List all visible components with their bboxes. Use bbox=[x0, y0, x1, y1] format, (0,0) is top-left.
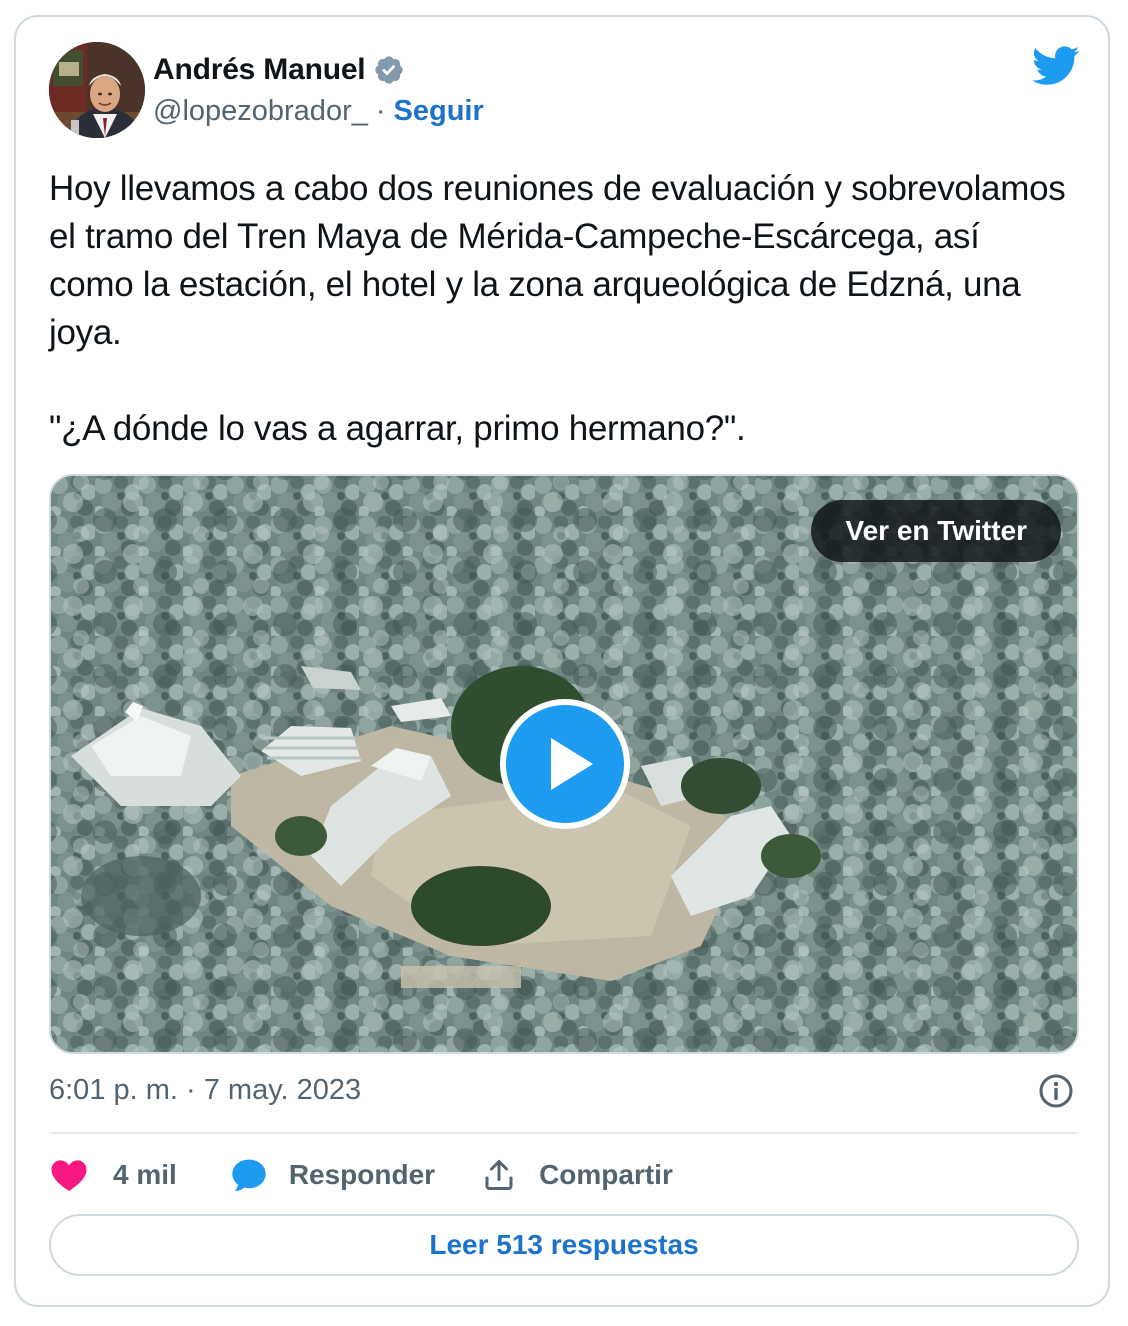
tweet-paragraph-2: "¿A dónde lo vas a agarrar, primo herman… bbox=[49, 409, 746, 448]
reply-button[interactable]: Responder bbox=[229, 1155, 435, 1195]
verified-badge-icon bbox=[373, 54, 405, 86]
like-count: 4 mil bbox=[113, 1159, 177, 1190]
speech-bubble-icon bbox=[229, 1155, 269, 1195]
tweet-text: Hoy llevamos a cabo dos reuniones de eva… bbox=[49, 165, 1069, 453]
follow-button[interactable]: Seguir bbox=[394, 95, 484, 128]
tweet-actions: 4 mil Responder Compartir bbox=[49, 1150, 673, 1200]
share-label: Compartir bbox=[539, 1159, 673, 1190]
read-replies-button[interactable]: Leer 513 respuestas bbox=[49, 1214, 1079, 1276]
twitter-bird-icon[interactable] bbox=[1032, 45, 1080, 87]
tweet-embed-card: Andrés Manuel @lopezobrador_ · Seguir Ho… bbox=[14, 15, 1110, 1307]
avatar[interactable] bbox=[49, 42, 145, 138]
author-handle[interactable]: @lopezobrador_ bbox=[153, 95, 368, 128]
avatar-photo bbox=[49, 42, 145, 138]
share-button[interactable]: Compartir bbox=[481, 1157, 673, 1193]
share-upload-icon bbox=[481, 1157, 517, 1193]
author-name[interactable]: Andrés Manuel bbox=[153, 53, 366, 87]
author-name-row: Andrés Manuel bbox=[153, 51, 405, 89]
info-icon[interactable] bbox=[1038, 1073, 1074, 1109]
play-icon[interactable] bbox=[499, 698, 631, 830]
tweet-timestamp[interactable]: 6:01 p. m. · 7 may. 2023 bbox=[49, 1074, 361, 1107]
like-button[interactable]: 4 mil bbox=[49, 1155, 177, 1195]
author-handle-row: @lopezobrador_ · Seguir bbox=[153, 95, 484, 128]
reply-label: Responder bbox=[288, 1159, 436, 1190]
heart-icon bbox=[49, 1155, 89, 1195]
divider bbox=[49, 1132, 1079, 1134]
ver-en-twitter-button[interactable]: Ver en Twitter bbox=[811, 500, 1061, 562]
video-player[interactable]: Ver en Twitter bbox=[49, 474, 1079, 1054]
handle-separator: · bbox=[375, 95, 386, 127]
tweet-paragraph-1: Hoy llevamos a cabo dos reuniones de eva… bbox=[49, 169, 1066, 352]
